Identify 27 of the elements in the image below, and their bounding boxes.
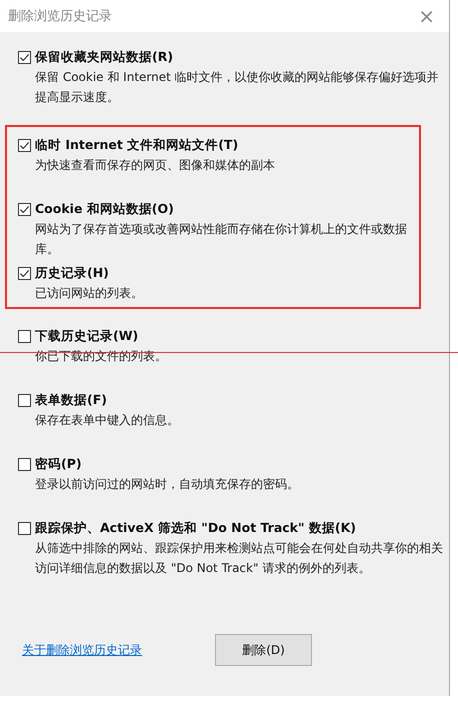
option-description: 网站为了保存首选项或改善网站性能而存储在你计算机上的文件或数据库。 xyxy=(34,221,408,258)
option-label[interactable]: 下载历史记录(W) xyxy=(35,328,138,344)
window-title: 删除浏览历史记录 xyxy=(8,8,112,25)
checkbox[interactable] xyxy=(18,394,31,406)
option-label[interactable]: 历史记录(H) xyxy=(35,264,109,282)
checkbox[interactable] xyxy=(18,458,31,470)
delete-button[interactable]: 删除(D) xyxy=(215,634,312,666)
checkbox[interactable] xyxy=(18,522,31,534)
help-link[interactable]: 关于删除浏览历史记录 xyxy=(22,642,142,658)
checkbox[interactable] xyxy=(18,266,31,280)
option-description: 为快速查看而保存的网页、图像和媒体的副本 xyxy=(34,157,276,174)
option-description: 保存在表单中键入的信息。 xyxy=(34,412,180,429)
checkbox[interactable] xyxy=(18,138,31,152)
close-button[interactable]: × xyxy=(412,6,441,26)
option-label[interactable]: 保留收藏夹网站数据(R) xyxy=(35,48,174,66)
option-label[interactable]: Cookie 和网站数据(O) xyxy=(35,200,174,218)
option-description: 已访问网站的列表。 xyxy=(34,285,144,302)
option-label[interactable]: 临时 Internet 文件和网站文件(T) xyxy=(35,136,238,154)
option-description: 从筛选中排除的网站、跟踪保护用来检测站点可能会在何处自动共享你的相关访问详细信息的数据以及 "Do Not Track" 请求的例外的列表。 xyxy=(34,540,443,577)
checkbox[interactable] xyxy=(18,50,31,64)
option-label[interactable]: 密码(P) xyxy=(35,456,82,472)
option-label[interactable]: 表单数据(F) xyxy=(35,392,107,408)
checkbox[interactable] xyxy=(18,330,31,342)
option-label[interactable]: 跟踪保护、ActiveX 筛选和 "Do Not Track" 数据(K) xyxy=(35,520,356,536)
checkbox[interactable] xyxy=(18,202,31,216)
option-description: 登录以前访问过的网站时，自动填充保存的密码。 xyxy=(34,476,300,493)
option-description: 保留 Cookie 和 Internet 临时文件，以使你收藏的网站能够保存偏好选项并提高显示速度。 xyxy=(34,69,440,106)
